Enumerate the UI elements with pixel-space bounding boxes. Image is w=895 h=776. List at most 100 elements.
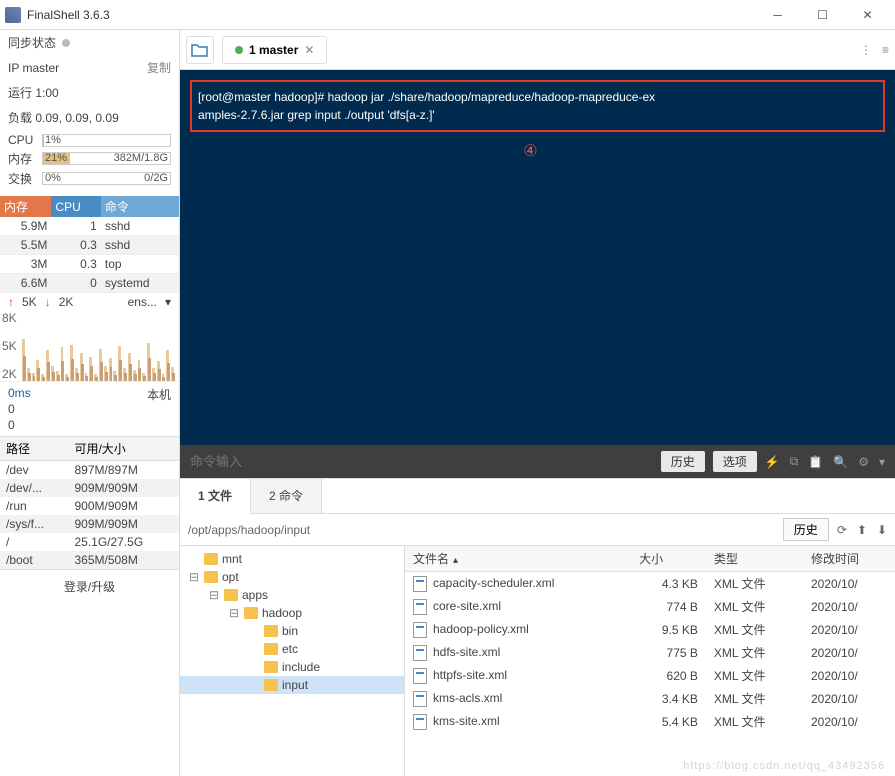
tab-files[interactable]: 1 文件 (180, 479, 251, 514)
history-button[interactable]: 历史 (661, 451, 705, 472)
file-row[interactable]: httpfs-site.xml620 BXML 文件2020/10/ (405, 664, 895, 687)
current-path[interactable]: /opt/apps/hadoop/input (188, 523, 775, 537)
disk-th-path[interactable]: 路径 (0, 437, 68, 461)
tree-toggle-icon[interactable]: ⊟ (208, 588, 220, 602)
folder-button[interactable] (186, 36, 214, 64)
swap-meter-extra: 0/2G (144, 172, 168, 184)
swap-meter: 交换 0%0/2G (8, 170, 171, 187)
annotation-marker: ④ (523, 140, 537, 164)
file-size: 3.4 KB (631, 687, 706, 710)
upload-icon[interactable]: ⬆ (857, 523, 867, 537)
gear-icon[interactable]: ⚙ (858, 455, 869, 469)
file-name: kms-site.xml (433, 714, 500, 728)
download-icon: ↓ (45, 295, 51, 309)
tab-close-icon[interactable]: ✕ (304, 43, 314, 57)
tree-item[interactable]: ⊟opt (180, 568, 404, 586)
watermark: https://blog.csdn.net/qq_43492356 (683, 760, 885, 772)
download-value: 2K (59, 295, 74, 309)
col-size[interactable]: 大小 (631, 546, 706, 572)
copy-button[interactable]: 复制 (147, 59, 171, 76)
tree-item[interactable]: bin (180, 622, 404, 640)
file-mtime: 2020/10/ (803, 687, 895, 710)
proc-row: 5.9M1sshd (0, 217, 179, 236)
path-history-button[interactable]: 历史 (783, 518, 829, 541)
ip-label: IP master (8, 61, 59, 75)
file-row[interactable]: hadoop-policy.xml9.5 KBXML 文件2020/10/ (405, 618, 895, 641)
tree-item[interactable]: ⊟hadoop (180, 604, 404, 622)
window-title: FinalShell 3.6.3 (27, 8, 755, 22)
terminal-line-2: amples-2.7.6.jar grep input ./output 'df… (198, 108, 435, 122)
command-input[interactable] (190, 454, 653, 469)
login-button[interactable]: 登录/升级 (0, 569, 179, 603)
proc-th-cmd[interactable]: 命令 (101, 196, 179, 217)
file-row[interactable]: kms-site.xml5.4 KBXML 文件2020/10/ (405, 710, 895, 733)
file-icon (413, 691, 427, 707)
copy-icon[interactable]: ⧉ (790, 454, 799, 469)
file-row[interactable]: kms-acls.xml3.4 KBXML 文件2020/10/ (405, 687, 895, 710)
tree-toggle-icon[interactable]: ⊟ (188, 570, 200, 584)
file-size: 5.4 KB (631, 710, 706, 733)
tree-toggle-icon[interactable]: ⊟ (228, 606, 240, 620)
sync-dot-icon (62, 39, 70, 47)
status-dot-icon (235, 46, 243, 54)
tabbar: 1 master ✕ ⋮ ≡ (180, 30, 895, 70)
close-button[interactable]: ✕ (845, 0, 890, 30)
pathbar: /opt/apps/hadoop/input 历史 ⟳ ⬆ ⬇ (180, 514, 895, 546)
disk-row: /run900M/909M (0, 497, 179, 515)
tree-item[interactable]: mnt (180, 550, 404, 568)
proc-th-mem[interactable]: 内存 (0, 196, 51, 217)
terminal[interactable]: [root@master hadoop]# hadoop jar ./share… (180, 70, 895, 445)
cpu-meter: CPU 1% (8, 133, 171, 147)
minimize-button[interactable]: ─ (755, 0, 800, 30)
options-button[interactable]: 选项 (713, 451, 757, 472)
proc-row: 6.6M0systemd (0, 274, 179, 293)
chevron-down-icon[interactable]: ▾ (165, 295, 171, 309)
tree-item[interactable]: input (180, 676, 404, 694)
command-bar: 历史 选项 ⚡ ⧉ 📋 🔍 ⚙ ▾ (180, 445, 895, 478)
chevron-down-icon[interactable]: ▾ (879, 455, 885, 469)
file-name: core-site.xml (433, 599, 501, 613)
sync-status: 同步状态 (0, 30, 179, 55)
tab-commands[interactable]: 2 命令 (251, 479, 322, 513)
tree-item[interactable]: include (180, 658, 404, 676)
directory-tree[interactable]: mnt⊟opt⊟apps⊟hadoopbinetcincludeinput (180, 546, 405, 776)
tab-master[interactable]: 1 master ✕ (222, 36, 327, 64)
menu-icon[interactable]: ≡ (882, 43, 889, 57)
disk-row: /25.1G/27.5G (0, 533, 179, 551)
folder-icon (264, 661, 278, 673)
disk-th-size[interactable]: 可用/大小 (68, 437, 179, 461)
file-icon (413, 668, 427, 684)
file-type: XML 文件 (706, 595, 803, 618)
bolt-icon[interactable]: ⚡ (765, 455, 780, 469)
disk-row: /dev897M/897M (0, 461, 179, 480)
file-row[interactable]: capacity-scheduler.xml4.3 KBXML 文件2020/1… (405, 572, 895, 596)
refresh-icon[interactable]: ⟳ (837, 523, 847, 537)
download-icon[interactable]: ⬇ (877, 523, 887, 537)
swap-meter-pct: 0% (45, 172, 61, 184)
file-row[interactable]: hdfs-site.xml775 BXML 文件2020/10/ (405, 641, 895, 664)
file-mtime: 2020/10/ (803, 618, 895, 641)
latency-row: 0ms 0 0 本机 (0, 381, 179, 436)
latency-v2: 0 (8, 418, 31, 432)
sync-label: 同步状态 (8, 34, 56, 51)
col-type[interactable]: 类型 (706, 546, 803, 572)
app-icon (5, 7, 21, 23)
col-mtime[interactable]: 修改时间 (803, 546, 895, 572)
latency-ms: 0ms (8, 386, 31, 400)
disk-table: 路径可用/大小 /dev897M/897M /dev/...909M/909M … (0, 436, 179, 569)
paste-icon[interactable]: 📋 (808, 455, 823, 469)
file-type: XML 文件 (706, 710, 803, 733)
tree-item[interactable]: etc (180, 640, 404, 658)
folder-icon (204, 553, 218, 565)
file-icon (413, 599, 427, 615)
tree-item[interactable]: ⊟apps (180, 586, 404, 604)
maximize-button[interactable]: ☐ (800, 0, 845, 30)
file-type: XML 文件 (706, 572, 803, 596)
uptime-row: 运行 1:00 (0, 80, 179, 105)
search-icon[interactable]: 🔍 (833, 455, 848, 469)
proc-th-cpu[interactable]: CPU (51, 196, 100, 217)
file-row[interactable]: core-site.xml774 BXML 文件2020/10/ (405, 595, 895, 618)
more-icon[interactable]: ⋮ (860, 43, 872, 57)
col-name[interactable]: 文件名▴ (405, 546, 631, 572)
disk-row: /dev/...909M/909M (0, 479, 179, 497)
